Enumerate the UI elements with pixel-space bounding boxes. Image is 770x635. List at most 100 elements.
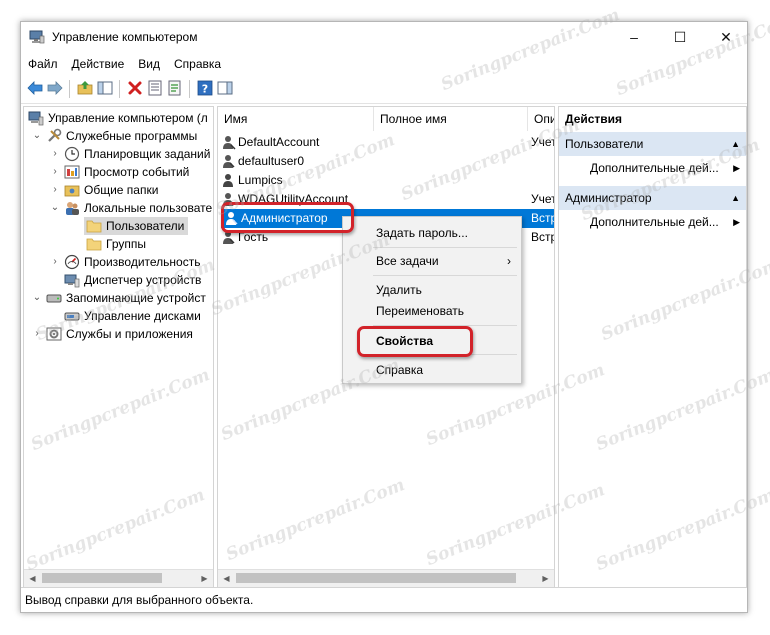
actions-more-administrator[interactable]: Дополнительные дей... ▶ xyxy=(559,210,746,234)
chevron-down-icon[interactable]: ⌄ xyxy=(32,127,42,145)
actions-section-users[interactable]: Пользователи ▲ xyxy=(559,132,746,156)
toolbar-separator xyxy=(119,80,120,98)
tree-label: Группы xyxy=(106,237,146,251)
properties-icon[interactable] xyxy=(147,80,163,96)
highlight-administrator xyxy=(221,202,354,233)
user-description: Учет xyxy=(531,192,555,206)
menu-view[interactable]: Вид xyxy=(131,53,167,71)
tree-label: Служебные программы xyxy=(66,129,198,143)
shared-folder-icon xyxy=(64,185,80,197)
highlight-properties xyxy=(357,326,473,357)
tree-label: Планировщик заданий xyxy=(84,147,211,161)
chevron-right-icon[interactable]: › xyxy=(50,253,60,271)
action-pane-icon[interactable] xyxy=(217,80,233,96)
folder-icon xyxy=(86,238,102,251)
maximize-button[interactable]: ☐ xyxy=(657,22,703,53)
toolbar-separator xyxy=(189,80,190,98)
collapse-up-icon[interactable]: ▲ xyxy=(731,186,740,210)
tree-horizontal-scrollbar[interactable]: ◀ ▶ xyxy=(24,569,213,587)
actions-section-administrator[interactable]: Администратор ▲ xyxy=(559,186,746,210)
menu-item-delete[interactable]: Удалить xyxy=(343,280,521,300)
menu-action[interactable]: Действие xyxy=(65,53,132,71)
tools-icon xyxy=(48,128,62,142)
export-list-icon[interactable] xyxy=(167,80,183,96)
submenu-arrow-icon: ▶ xyxy=(733,217,740,227)
delete-icon[interactable] xyxy=(127,80,143,96)
tree-label: Управление компьютером (л xyxy=(48,111,208,125)
column-header-description[interactable]: Опи xyxy=(528,107,554,131)
tree-label: Просмотр событий xyxy=(84,165,190,179)
close-button[interactable]: ✕ xyxy=(703,22,747,53)
storage-icon xyxy=(46,294,62,303)
svg-text:?: ? xyxy=(202,83,208,96)
submenu-arrow-icon: ▶ xyxy=(733,163,740,173)
minimize-button[interactable]: – xyxy=(611,22,657,53)
menu-file[interactable]: Файл xyxy=(21,53,65,71)
user-disabled-icon xyxy=(223,155,235,168)
scroll-thumb[interactable] xyxy=(42,573,162,583)
actions-more-users[interactable]: Дополнительные дей... ▶ xyxy=(559,156,746,180)
forward-arrow-icon[interactable] xyxy=(47,80,63,96)
clock-icon xyxy=(64,146,80,162)
folder-icon xyxy=(86,220,102,233)
toolbar: ? xyxy=(21,75,747,104)
tree-item-users[interactable]: Пользователи xyxy=(84,217,188,235)
menu-item-help[interactable]: Справка xyxy=(343,360,521,380)
scroll-right-icon[interactable]: ▶ xyxy=(196,570,213,587)
tree-label: Управление дисками xyxy=(84,309,201,323)
user-name: defaultuser0 xyxy=(238,154,305,168)
menu-separator xyxy=(373,275,517,276)
list-horizontal-scrollbar[interactable]: ◀ ▶ xyxy=(218,569,554,587)
chevron-right-icon[interactable]: › xyxy=(50,145,60,163)
tree-label: Пользователи xyxy=(106,219,185,233)
actions-pane: Действия Пользователи ▲ Дополнительные д… xyxy=(558,106,747,588)
up-folder-icon[interactable] xyxy=(77,80,93,96)
menu-item-rename[interactable]: Переименовать xyxy=(343,301,521,321)
menu-separator xyxy=(373,247,517,248)
computer-management-icon xyxy=(28,111,44,126)
column-header-name[interactable]: Имя xyxy=(218,107,374,131)
tree-label: Производительность xyxy=(84,255,201,269)
help-icon[interactable]: ? xyxy=(197,80,213,96)
tree-label: Локальные пользовате xyxy=(84,201,213,215)
tree-label: Общие папки xyxy=(84,183,159,197)
chevron-right-icon[interactable]: › xyxy=(50,163,60,181)
actions-header: Действия xyxy=(565,112,623,126)
show-hide-tree-icon[interactable] xyxy=(97,80,113,96)
scroll-left-icon[interactable]: ◀ xyxy=(218,570,235,587)
device-manager-icon xyxy=(64,274,80,288)
back-arrow-icon[interactable] xyxy=(27,80,43,96)
menu-help[interactable]: Справка xyxy=(167,53,228,71)
user-name: Lumpics xyxy=(238,173,283,187)
local-users-icon xyxy=(66,202,79,215)
scroll-right-icon[interactable]: ▶ xyxy=(537,570,554,587)
tree-label: Диспетчер устройств xyxy=(84,273,202,287)
user-description: Встр xyxy=(531,211,555,225)
services-icon xyxy=(46,327,62,341)
action-label: Дополнительные дей... xyxy=(590,215,719,229)
title-bar[interactable]: Управление компьютером – ☐ ✕ xyxy=(21,22,747,53)
menu-item-label: Все задачи xyxy=(376,254,439,268)
status-bar: Вывод справки для выбранного объекта. xyxy=(21,587,747,612)
action-label: Дополнительные дей... xyxy=(590,161,719,175)
menu-item-all-tasks[interactable]: Все задачи › xyxy=(343,251,521,271)
menu-bar: Файл Действие Вид Справка xyxy=(21,53,747,75)
section-title: Администратор xyxy=(565,191,652,205)
chevron-down-icon[interactable]: ⌄ xyxy=(32,289,42,307)
user-description: Встр xyxy=(531,230,555,244)
section-title: Пользователи xyxy=(565,137,644,151)
computer-management-icon xyxy=(29,30,45,44)
chevron-right-icon[interactable]: › xyxy=(32,325,42,343)
scroll-thumb[interactable] xyxy=(236,573,516,583)
context-menu: Задать пароль... Все задачи › Удалить Пе… xyxy=(342,216,522,384)
chevron-down-icon[interactable]: ⌄ xyxy=(50,199,60,217)
column-header-fullname[interactable]: Полное имя xyxy=(374,107,528,131)
tree-label: Запоминающие устройст xyxy=(66,291,206,305)
user-name: DefaultAccount xyxy=(238,135,320,149)
scroll-left-icon[interactable]: ◀ xyxy=(24,570,41,587)
chevron-right-icon: › xyxy=(507,254,511,268)
chevron-right-icon[interactable]: › xyxy=(50,181,60,199)
menu-item-set-password[interactable]: Задать пароль... xyxy=(343,223,521,243)
collapse-up-icon[interactable]: ▲ xyxy=(731,132,740,156)
user-description: Учет xyxy=(531,135,555,149)
